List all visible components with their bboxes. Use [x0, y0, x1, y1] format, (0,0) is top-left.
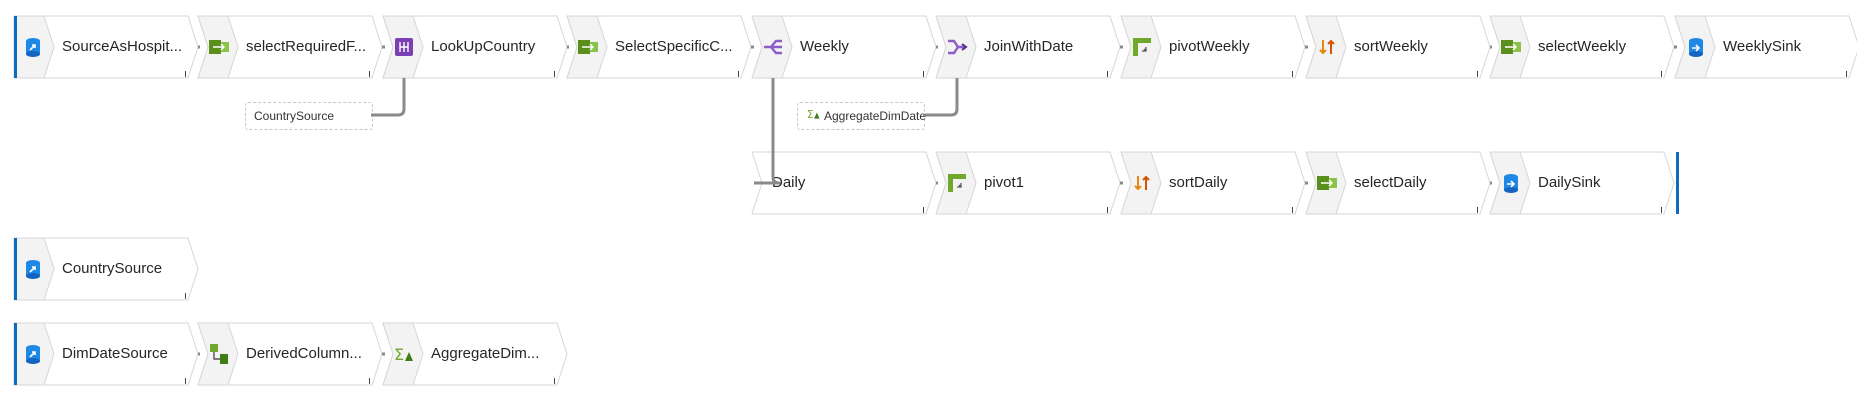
- branch-link: [754, 78, 781, 185]
- reference-link: [371, 78, 406, 117]
- data-flow-links: [198, 45, 1677, 356]
- reference-link: [923, 78, 959, 117]
